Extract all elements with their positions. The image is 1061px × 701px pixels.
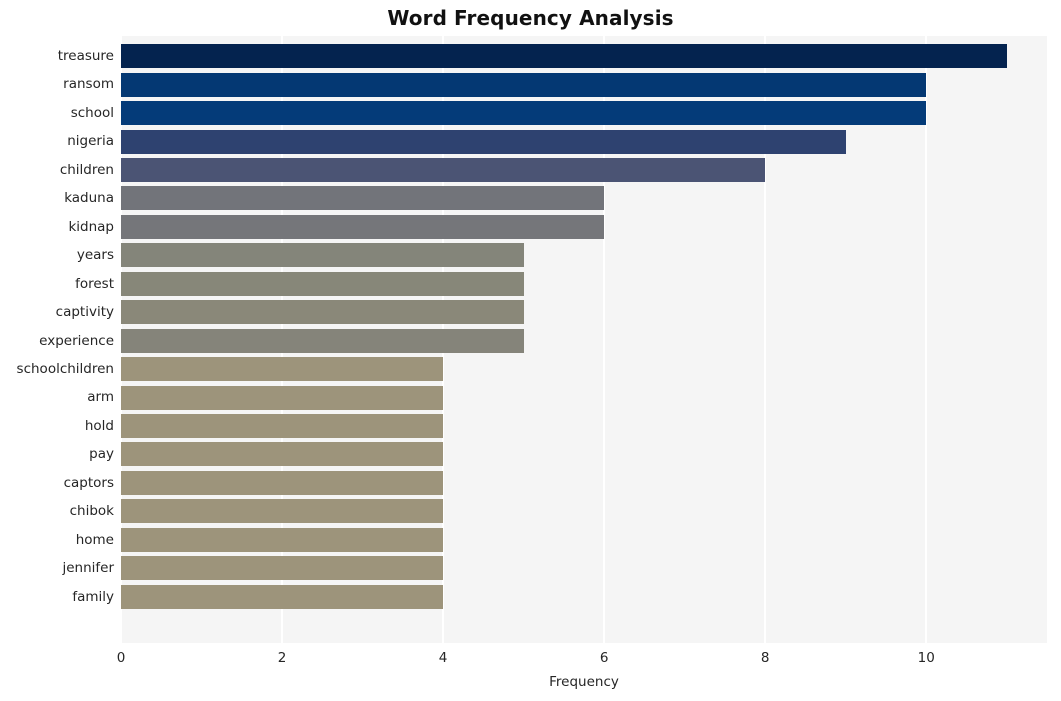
- y-axis-category-labels: treasure ransom school nigeria children kadun…: [0, 36, 114, 643]
- x-tick-10: 10: [917, 650, 935, 666]
- bar[interactable]: [121, 186, 605, 211]
- x-tick-2: 2: [277, 650, 287, 666]
- bar-row[interactable]: [121, 327, 1047, 355]
- bar-row[interactable]: [121, 42, 1047, 70]
- x-tick-8: 8: [760, 650, 770, 666]
- x-tick-6: 6: [599, 650, 609, 666]
- x-tick-0: 0: [116, 650, 126, 666]
- y-axis-label-captors: captors: [63, 474, 114, 491]
- bar[interactable]: [121, 328, 524, 353]
- bar-row[interactable]: [121, 156, 1047, 184]
- bar[interactable]: [121, 243, 524, 268]
- chart-figure: Word Frequency Analysis treasure ransom sc…: [0, 0, 1061, 701]
- y-axis-label-ransom: ransom: [63, 76, 114, 93]
- bar-row[interactable]: [121, 355, 1047, 383]
- y-axis-label-schoolchildren: schoolchildren: [16, 360, 114, 377]
- y-axis-label-family: family: [72, 588, 114, 605]
- bar-row[interactable]: [121, 469, 1047, 497]
- y-axis-label-hold: hold: [84, 417, 114, 434]
- bar-row[interactable]: [121, 184, 1047, 212]
- bar-row[interactable]: [121, 440, 1047, 468]
- bar-row[interactable]: [121, 583, 1047, 611]
- bar[interactable]: [121, 584, 444, 609]
- x-tick-4: 4: [438, 650, 448, 666]
- y-axis-label-captivity: captivity: [55, 304, 114, 321]
- y-axis-label-treasure: treasure: [57, 48, 114, 64]
- bar[interactable]: [121, 214, 605, 239]
- bar-row[interactable]: [121, 99, 1047, 127]
- bar-row[interactable]: [121, 497, 1047, 525]
- bar[interactable]: [121, 300, 524, 325]
- bar-row[interactable]: [121, 526, 1047, 554]
- bar[interactable]: [121, 499, 444, 524]
- bar[interactable]: [121, 527, 444, 552]
- bar-row[interactable]: [121, 270, 1047, 298]
- y-axis-label-school: school: [70, 104, 114, 121]
- y-axis-label-years: years: [76, 247, 114, 264]
- bar[interactable]: [121, 414, 444, 439]
- chart-title: Word Frequency Analysis: [387, 6, 674, 30]
- bar[interactable]: [121, 357, 444, 382]
- bar[interactable]: [121, 470, 444, 495]
- y-axis-label-jennifer: jennifer: [62, 560, 114, 577]
- bar[interactable]: [121, 129, 846, 154]
- bar[interactable]: [121, 101, 927, 126]
- y-axis-label-chibok: chibok: [69, 503, 114, 520]
- plot-area: [121, 36, 1047, 643]
- bar-row[interactable]: [121, 241, 1047, 269]
- bar[interactable]: [121, 271, 524, 296]
- bar[interactable]: [121, 72, 927, 97]
- y-axis-label-kaduna: kaduna: [64, 190, 114, 207]
- bar-row[interactable]: [121, 412, 1047, 440]
- bar[interactable]: [121, 44, 1007, 69]
- y-axis-label-arm: arm: [87, 389, 114, 406]
- y-axis-label-forest: forest: [75, 275, 114, 292]
- x-axis-label: Frequency: [549, 674, 619, 690]
- y-axis-label-experience: experience: [39, 332, 114, 349]
- bar-row[interactable]: [121, 383, 1047, 411]
- bar-row[interactable]: [121, 70, 1047, 98]
- y-axis-label-kidnap: kidnap: [68, 218, 114, 235]
- y-axis-label-pay: pay: [89, 446, 114, 463]
- x-axis-tick-labels: 0 2 4 6 8 10: [0, 650, 1061, 670]
- y-axis-label-nigeria: nigeria: [67, 133, 114, 150]
- bar[interactable]: [121, 385, 444, 410]
- bar[interactable]: [121, 556, 444, 581]
- y-axis-label-home: home: [75, 531, 114, 548]
- bar-row[interactable]: [121, 213, 1047, 241]
- bar-row[interactable]: [121, 127, 1047, 155]
- bar[interactable]: [121, 442, 444, 467]
- bar[interactable]: [121, 157, 766, 182]
- bar-row[interactable]: [121, 298, 1047, 326]
- y-axis-label-children: children: [59, 161, 114, 178]
- bar-row[interactable]: [121, 554, 1047, 582]
